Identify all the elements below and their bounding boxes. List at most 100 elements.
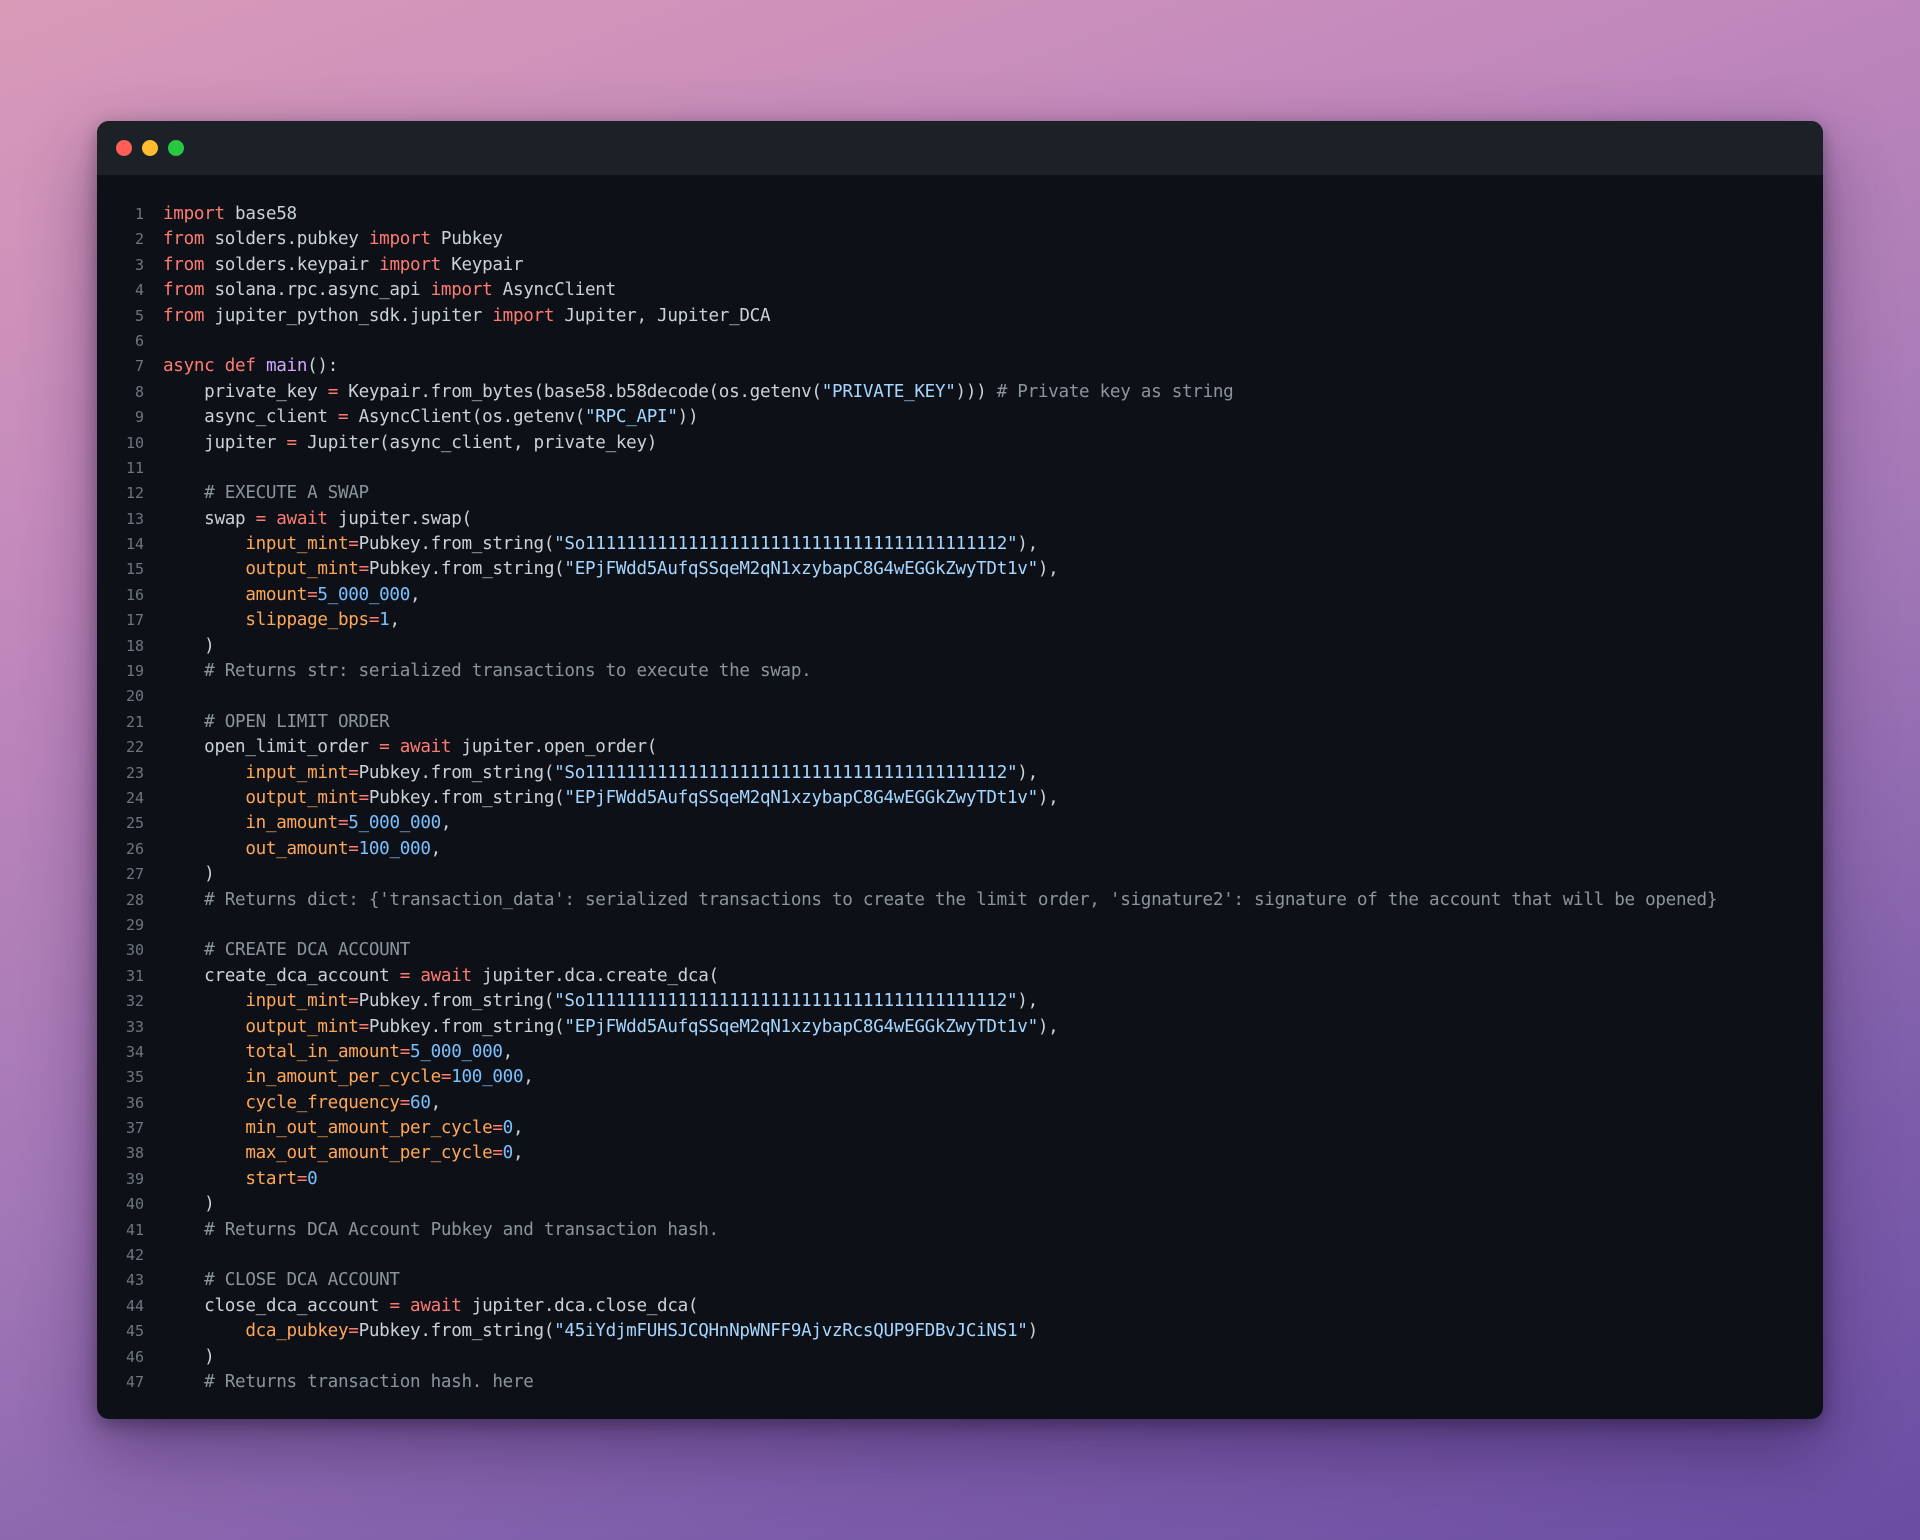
code-token: ,	[512, 1143, 524, 1164]
code-token: Pubkey.from_string(	[358, 762, 555, 783]
code-text: in_amount=5_000_000,	[144, 811, 451, 836]
code-line: 20	[97, 684, 1823, 709]
code-token: amount	[163, 584, 308, 605]
code-token: 5_000_000	[348, 813, 441, 834]
code-text: # Returns transaction hash. here	[144, 1370, 534, 1395]
code-token: =	[286, 432, 298, 453]
code-line: 18 )	[97, 634, 1823, 659]
code-text: )	[144, 1192, 215, 1217]
code-token: "RPC_API"	[585, 407, 678, 428]
code-text: # OPEN LIMIT ORDER	[144, 710, 390, 735]
line-number: 7	[134, 357, 144, 376]
code-token: ,	[430, 838, 442, 859]
code-line: 26 out_amount=100_000,	[97, 837, 1823, 862]
code-token: # CLOSE DCA ACCOUNT	[163, 1270, 400, 1291]
code-line: 35 in_amount_per_cycle=100_000,	[97, 1065, 1823, 1090]
code-token: =	[492, 1118, 503, 1139]
line-number: 45	[125, 1322, 144, 1341]
code-token: =	[348, 1321, 359, 1342]
code-line: 44 close_dca_account = await jupiter.dca…	[97, 1294, 1823, 1319]
code-token: )	[163, 864, 215, 885]
code-text: # CREATE DCA ACCOUNT	[144, 938, 410, 963]
code-token: in_amount	[163, 813, 338, 834]
line-number: 25	[125, 814, 144, 833]
line-number: 19	[125, 662, 144, 681]
code-token: ,	[410, 584, 421, 605]
code-line: 45 dca_pubkey=Pubkey.from_string("45iYdj…	[97, 1319, 1823, 1344]
code-token: # Returns str: serialized transactions t…	[163, 661, 812, 682]
code-line: 21 # OPEN LIMIT ORDER	[97, 710, 1823, 735]
minimize-window-button[interactable]	[142, 140, 158, 156]
code-token: =	[399, 965, 411, 986]
code-token: cycle_frequency	[163, 1092, 400, 1113]
line-number: 6	[134, 331, 144, 350]
code-text: jupiter = Jupiter(async_client, private_…	[144, 431, 657, 456]
code-text: from jupiter_python_sdk.jupiter import J…	[144, 304, 771, 329]
code-token: jupiter.dca.close_dca(	[461, 1295, 699, 1316]
code-token: =	[337, 813, 349, 834]
line-number: 44	[125, 1296, 144, 1315]
maximize-window-button[interactable]	[168, 140, 184, 156]
code-token: "So1111111111111111111111111111111111111…	[554, 991, 1018, 1012]
code-token: Keypair	[440, 254, 524, 275]
code-token: ),	[1017, 991, 1038, 1012]
code-token: ),	[1037, 559, 1059, 580]
code-token: "EPjFWdd5AufqSSqeM2qN1xzybapC8G4wEGGkZwy…	[564, 787, 1038, 808]
code-text: from solders.keypair import Keypair	[144, 253, 524, 278]
window-titlebar	[97, 121, 1823, 175]
line-number: 31	[125, 966, 144, 985]
code-token: 5_000_000	[410, 1041, 503, 1062]
code-token: await	[410, 965, 472, 986]
code-token: ))	[677, 407, 699, 428]
code-token: import	[368, 229, 431, 250]
close-window-button[interactable]	[116, 140, 132, 156]
code-token: =	[255, 508, 267, 529]
line-number: 12	[125, 484, 144, 503]
code-token: =	[337, 407, 349, 428]
code-token: ),	[1037, 787, 1059, 808]
code-token: =	[358, 559, 370, 580]
code-line: 39 start=0	[97, 1167, 1823, 1192]
code-text: slippage_bps=1,	[144, 608, 400, 633]
code-token: jupiter.dca.create_dca(	[471, 965, 719, 986]
line-number: 40	[125, 1195, 144, 1214]
code-line: 1 import base58	[97, 202, 1823, 227]
code-line: 40 )	[97, 1192, 1823, 1217]
code-line: 11	[97, 456, 1823, 481]
code-line: 16 amount=5_000_000,	[97, 583, 1823, 608]
code-token: import	[163, 204, 225, 224]
code-token: input_mint	[163, 762, 349, 783]
line-number: 39	[125, 1169, 144, 1188]
code-token: jupiter.swap(	[327, 508, 472, 529]
code-text: async def main():	[144, 354, 338, 379]
code-text: swap = await jupiter.swap(	[144, 507, 472, 532]
code-token: create_dca_account	[163, 965, 400, 986]
code-token: =	[348, 762, 359, 783]
code-line: 6	[97, 329, 1823, 354]
code-token: =	[348, 991, 359, 1012]
code-token: # Returns transaction hash. here	[163, 1371, 534, 1392]
code-token: Pubkey.from_string(	[358, 534, 555, 555]
code-token: import	[379, 254, 441, 275]
code-text: input_mint=Pubkey.from_string("So1111111…	[144, 532, 1038, 557]
code-window: 1 import base58 2 from solders.pubkey impor…	[97, 121, 1823, 1419]
code-token: =	[399, 1041, 411, 1062]
code-line: 33 output_mint=Pubkey.from_string("EPjFW…	[97, 1015, 1823, 1040]
code-token: # Returns DCA Account Pubkey and transac…	[163, 1219, 719, 1240]
code-line: 41 # Returns DCA Account Pubkey and tran…	[97, 1218, 1823, 1243]
code-token: Pubkey.from_string(	[358, 1321, 555, 1342]
code-line: 2 from solders.pubkey import Pubkey	[97, 227, 1823, 252]
line-number: 10	[125, 433, 144, 452]
code-line: 17 slippage_bps=1,	[97, 608, 1823, 633]
code-line: 15 output_mint=Pubkey.from_string("EPjFW…	[97, 557, 1823, 582]
code-line: 24 output_mint=Pubkey.from_string("EPjFW…	[97, 786, 1823, 811]
line-number: 15	[125, 560, 144, 579]
code-token: start	[163, 1168, 297, 1189]
line-number: 35	[125, 1068, 144, 1087]
code-token: ():	[307, 356, 338, 377]
code-line: 4 from solana.rpc.async_api import AsyncC…	[97, 278, 1823, 303]
code-line: 23 input_mint=Pubkey.from_string("So1111…	[97, 761, 1823, 786]
code-token: swap	[163, 508, 256, 529]
